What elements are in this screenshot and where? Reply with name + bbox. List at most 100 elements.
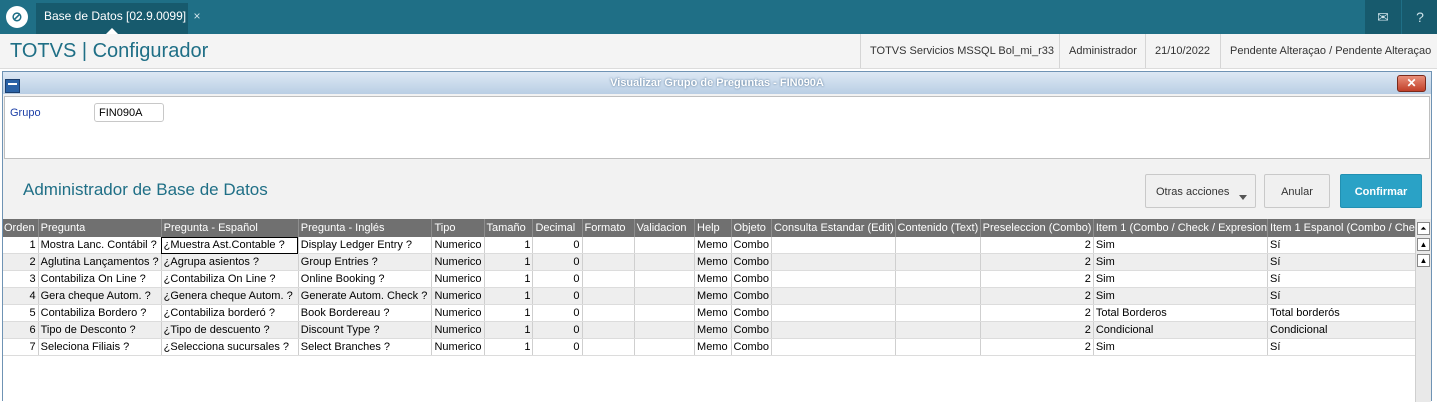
table-cell[interactable]: Memo (694, 321, 732, 339)
table-cell[interactable]: Gera cheque Autom. ? (38, 287, 162, 305)
table-cell[interactable] (582, 304, 635, 322)
column-header[interactable]: Tipo (431, 219, 485, 237)
table-cell[interactable]: Combo (731, 270, 772, 288)
table-cell[interactable] (634, 237, 696, 254)
table-cell[interactable] (771, 270, 896, 288)
table-cell[interactable] (634, 304, 696, 322)
table-cell[interactable]: Numerico (431, 287, 485, 305)
table-cell[interactable]: 2 (980, 287, 1094, 305)
column-header[interactable]: Contenido (Text) (895, 219, 981, 237)
table-row[interactable]: 7 Seleciona Filiais ? ¿Selecciona sucursal… (3, 338, 1416, 356)
table-cell[interactable]: Numerico (431, 304, 485, 322)
table-cell[interactable]: 2 (3, 253, 39, 271)
table-cell[interactable]: Combo (731, 287, 772, 305)
table-cell[interactable]: 1 (484, 338, 534, 356)
column-header[interactable]: Item 1 (Combo / Check / Expresion (1093, 219, 1269, 237)
table-cell[interactable]: 1 (484, 321, 534, 339)
table-cell[interactable] (895, 321, 981, 339)
table-cell[interactable]: Combo (731, 338, 772, 356)
table-cell[interactable]: Sí (1267, 287, 1416, 305)
table-cell[interactable]: Numerico (431, 270, 485, 288)
table-cell[interactable]: Book Bordereau ? (298, 304, 433, 322)
column-header[interactable]: Preseleccion (Combo) (980, 219, 1094, 237)
table-cell[interactable] (771, 338, 896, 356)
table-cell[interactable]: 2 (980, 237, 1094, 254)
table-cell[interactable] (895, 338, 981, 356)
column-header[interactable]: Tamaño (484, 219, 534, 237)
table-cell[interactable]: ¿Agrupa asientos ? (161, 253, 299, 271)
table-cell[interactable]: ¿Muestra Ast.Contable ? (161, 237, 299, 254)
table-cell[interactable]: ¿Tipo de descuento ? (161, 321, 299, 339)
table-cell[interactable]: Mostra Lanc. Contábil ? (38, 237, 162, 254)
table-cell[interactable] (634, 321, 696, 339)
table-cell[interactable]: Total Borderos (1093, 304, 1269, 322)
table-cell[interactable]: 3 (3, 270, 39, 288)
table-row[interactable]: 6 Tipo de Desconto ? ¿Tipo de descuento ? D… (3, 321, 1416, 339)
grupo-field[interactable]: FIN090A (94, 103, 164, 122)
table-cell[interactable]: 1 (484, 304, 534, 322)
table-cell[interactable]: 2 (980, 321, 1094, 339)
table-cell[interactable]: 4 (3, 287, 39, 305)
table-cell[interactable] (771, 237, 896, 254)
table-cell[interactable]: Sí (1267, 253, 1416, 271)
table-cell[interactable]: Contabiliza Bordero ? (38, 304, 162, 322)
table-cell[interactable] (582, 270, 635, 288)
table-cell[interactable]: 0 (532, 338, 583, 356)
table-row[interactable]: 4 Gera cheque Autom. ? ¿Genera cheque Auto… (3, 287, 1416, 305)
table-cell[interactable] (634, 270, 696, 288)
table-cell[interactable]: Total borderós (1267, 304, 1416, 322)
table-cell[interactable]: Memo (694, 304, 732, 322)
anular-button[interactable]: Anular (1264, 174, 1330, 208)
table-cell[interactable] (582, 253, 635, 271)
table-cell[interactable]: ¿Contabiliza On Line ? (161, 270, 299, 288)
table-cell[interactable]: 0 (532, 253, 583, 271)
table-cell[interactable]: 1 (484, 287, 534, 305)
table-cell[interactable]: Sí (1267, 338, 1416, 356)
table-cell[interactable]: 0 (532, 270, 583, 288)
table-cell[interactable]: 6 (3, 321, 39, 339)
column-header[interactable]: Pregunta (38, 219, 162, 237)
table-cell[interactable]: Contabiliza On Line ? (38, 270, 162, 288)
scroll-up-icon[interactable]: ▲ (1417, 238, 1430, 251)
table-cell[interactable]: Memo (694, 338, 732, 356)
table-cell[interactable] (895, 304, 981, 322)
table-row[interactable]: 2 Aglutina Lançamentos ? ¿Agrupa asientos … (3, 253, 1416, 271)
table-cell[interactable]: Generate Autom. Check ? (298, 287, 433, 305)
column-header[interactable]: Consulta Estandar (Edit) (771, 219, 896, 237)
table-cell[interactable] (582, 338, 635, 356)
table-cell[interactable]: 2 (980, 338, 1094, 356)
otras-acciones-button[interactable]: Otras acciones (1145, 174, 1256, 208)
table-cell[interactable]: ¿Selecciona sucursales ? (161, 338, 299, 356)
table-cell[interactable]: 2 (980, 304, 1094, 322)
table-cell[interactable] (895, 253, 981, 271)
table-cell[interactable]: 0 (532, 287, 583, 305)
mail-icon[interactable]: ✉ (1365, 0, 1401, 34)
table-cell[interactable] (771, 287, 896, 305)
column-header[interactable]: Pregunta - Español (161, 219, 299, 237)
table-cell[interactable]: 2 (980, 270, 1094, 288)
table-cell[interactable]: Sim (1093, 287, 1269, 305)
table-cell[interactable]: Memo (694, 287, 732, 305)
table-row[interactable]: 3 Contabiliza On Line ? ¿Contabiliza On Li… (3, 270, 1416, 288)
table-cell[interactable]: 1 (3, 237, 39, 254)
table-cell[interactable]: Sí (1267, 237, 1416, 254)
table-row[interactable]: 5 Contabiliza Bordero ? ¿Contabiliza borde… (3, 304, 1416, 322)
table-cell[interactable]: 1 (484, 270, 534, 288)
table-cell[interactable]: Aglutina Lançamentos ? (38, 253, 162, 271)
table-cell[interactable]: ¿Contabiliza borderó ? (161, 304, 299, 322)
table-cell[interactable]: Condicional (1267, 321, 1416, 339)
help-icon[interactable]: ? (1402, 0, 1437, 34)
table-cell[interactable]: ¿Genera cheque Autom. ? (161, 287, 299, 305)
table-cell[interactable] (582, 321, 635, 339)
table-cell[interactable] (634, 253, 696, 271)
table-cell[interactable]: Combo (731, 253, 772, 271)
table-cell[interactable]: Sim (1093, 338, 1269, 356)
table-cell[interactable] (582, 287, 635, 305)
table-row[interactable]: 1 Mostra Lanc. Contábil ? ¿Muestra Ast.Con… (3, 237, 1416, 254)
confirmar-button[interactable]: Confirmar (1340, 174, 1422, 208)
table-cell[interactable] (895, 287, 981, 305)
table-cell[interactable]: 7 (3, 338, 39, 356)
table-cell[interactable]: 2 (980, 253, 1094, 271)
table-cell[interactable] (634, 287, 696, 305)
table-cell[interactable] (582, 237, 635, 254)
